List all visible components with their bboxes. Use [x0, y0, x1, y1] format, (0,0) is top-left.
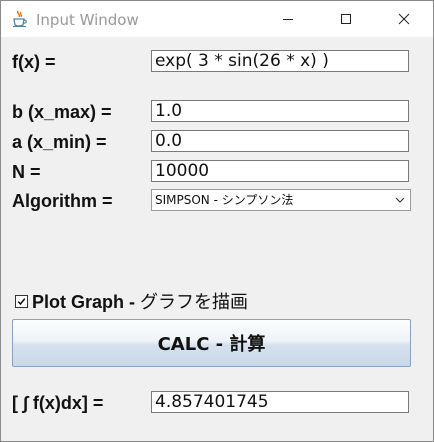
n-input[interactable]: 10000 — [151, 160, 409, 182]
close-button[interactable] — [381, 1, 427, 37]
b-xmax-label: b (x_max) = — [12, 102, 112, 122]
plot-graph-checkbox[interactable] — [15, 294, 28, 308]
n-label: N = — [12, 162, 41, 182]
window-title: Input Window — [36, 11, 139, 29]
input-window: Input Window f(x) = exp( 3 * sin(26 * x)… — [0, 0, 434, 442]
close-icon — [398, 13, 410, 25]
title-bar[interactable]: Input Window — [1, 1, 433, 37]
calc-button[interactable]: CALC - 計算 — [12, 319, 411, 367]
minimize-icon — [283, 19, 293, 20]
fx-label: f(x) = — [12, 52, 56, 72]
minimize-button[interactable] — [265, 1, 311, 37]
maximize-button[interactable] — [323, 1, 369, 37]
plot-graph-label-bold: Plot Graph - — [32, 292, 140, 312]
plot-graph-label: Plot Graph - グラフを描画 — [32, 288, 248, 314]
algorithm-selected-value: SIMPSON - シンプソン法 — [155, 193, 294, 207]
algorithm-label: Algorithm = — [12, 191, 113, 211]
plot-graph-option[interactable]: Plot Graph - グラフを描画 — [15, 289, 248, 313]
algorithm-select[interactable]: SIMPSON - シンプソン法 — [151, 189, 411, 211]
a-xmin-input[interactable]: 0.0 — [151, 130, 409, 152]
integral-result-label: [ ∫ f(x)dx] = — [12, 393, 104, 413]
a-xmin-label: a (x_min) = — [12, 132, 107, 152]
java-icon[interactable] — [11, 10, 29, 28]
fx-input[interactable]: exp( 3 * sin(26 * x) ) — [151, 50, 409, 72]
integral-result-field[interactable]: 4.857401745 — [151, 391, 409, 413]
plot-graph-label-jp: グラフを描画 — [140, 292, 248, 313]
b-xmax-input[interactable]: 1.0 — [151, 100, 409, 122]
checkmark-icon — [17, 297, 26, 305]
chevron-down-icon[interactable] — [390, 190, 410, 210]
maximize-icon — [341, 14, 351, 24]
